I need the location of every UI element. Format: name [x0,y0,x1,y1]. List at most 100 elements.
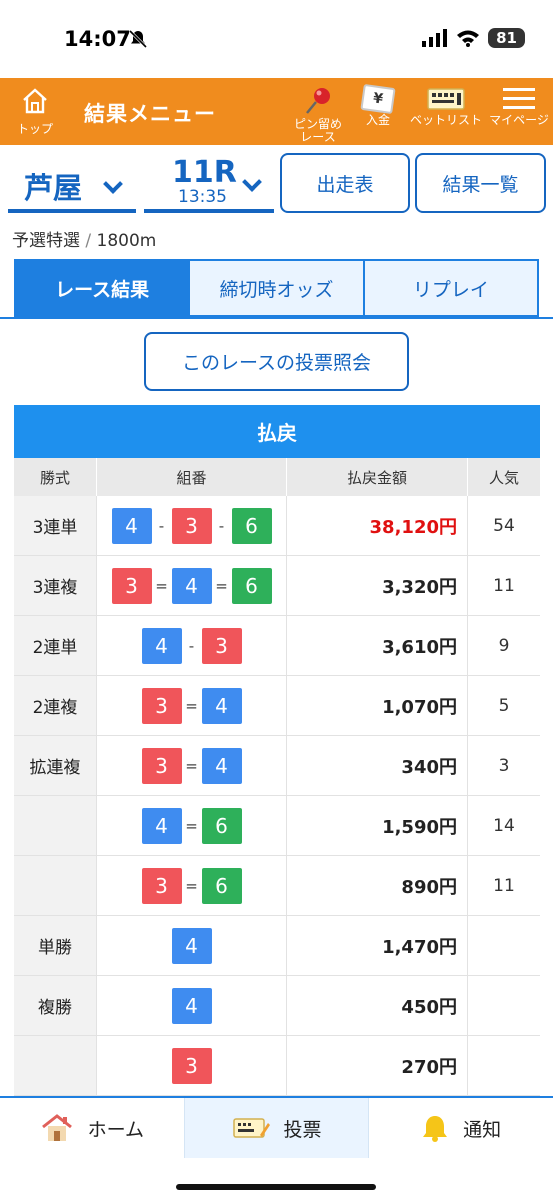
header-popularity: 人気 [467,458,540,496]
bell-icon [423,1116,448,1142]
tab-race-result[interactable]: レース結果 [14,259,191,317]
boat-number: 3 [171,507,212,544]
deposit-label: 入金 [365,113,390,127]
boat-number: 3 [141,867,182,904]
header-amount: 払戻金額 [286,458,467,496]
combination-separator: = [185,696,198,715]
payout-row: 3 = 6 890円 11 [14,856,540,916]
nav-vote[interactable]: 投票 [183,1098,369,1158]
combination: 4-3-6 [111,507,272,544]
pin-label-1: ピン留め [293,117,342,131]
boat-number: 3 [141,687,182,724]
boat-number: 6 [231,507,272,544]
header-combo: 組番 [96,458,286,496]
chevron-down-icon [242,172,262,192]
payout-row: 拡連複 3 = 4 340円 3 [14,736,540,796]
payout-row: 2連単 4-3 3,610円 9 [14,616,540,676]
battery-indicator: 81 [488,28,525,48]
combination-separator: - [188,636,195,655]
popularity [467,1036,540,1095]
bet-type: 複勝 [14,976,96,1035]
combination-cell: 3 = 4 [96,736,286,795]
result-tabs: レース結果 締切時オッズ リプレイ [14,259,539,317]
betlist-button[interactable]: ベットリスト [410,86,482,127]
boat-number: 6 [201,867,242,904]
bet-type: 3連複 [14,556,96,615]
race-selector-row: 芦屋 11R 13:35 出走表 結果一覧 [0,145,553,223]
tab-closing-odds[interactable]: 締切時オッズ [190,259,365,317]
payout-amount: 270円 [286,1036,467,1095]
home-indicator-area [0,1158,553,1200]
combination-separator: = [185,876,198,895]
popularity: 54 [467,496,540,555]
combination: 3 = 4 [141,687,242,724]
combination-cell: 4 [96,976,286,1035]
bet-type [14,796,96,855]
app-header: トップ 結果メニュー ピン留め レース ¥ 入金 ベットリスト マイページ [0,78,553,145]
tab-replay[interactable]: リプレイ [364,259,539,317]
popularity: 11 [467,556,540,615]
combination-cell: 4 = 6 [96,796,286,855]
ticket-list-icon [427,88,465,110]
popularity: 3 [467,736,540,795]
top-label: トップ [16,122,53,136]
pin-icon [306,88,330,114]
hamburger-menu-icon [503,88,535,109]
boat-number: 3 [171,1047,212,1084]
combination-cell: 3 = 4 [96,676,286,735]
mypage-button[interactable]: マイページ [488,86,550,127]
nav-home[interactable]: ホーム [0,1098,184,1158]
entry-list-button[interactable]: 出走表 [280,153,410,213]
payout-header-row: 勝式 組番 払戻金額 人気 [14,458,540,496]
wifi-icon [457,30,480,47]
popularity [467,976,540,1035]
status-bar: 14:07 81 [0,0,553,78]
payout-rows: 3連単 4-3-6 38,120円 54 3連複 3 = 4 = 6 3,320円 11 2連単 4-3 3… [14,496,540,1096]
nav-notification[interactable]: 通知 [368,1098,553,1158]
bell-muted-icon [128,29,148,49]
combination: 4 [171,927,212,964]
bet-type: 拡連複 [14,736,96,795]
payout-row: 単勝 4 1,470円 [14,916,540,976]
payout-amount: 1,590円 [286,796,467,855]
venue-name: 芦屋 [24,171,83,205]
betlist-label: ベットリスト [410,113,483,127]
combination-cell: 4-3 [96,616,286,675]
payout-row: 4 = 6 1,590円 14 [14,796,540,856]
bet-type [14,856,96,915]
payout-row: 2連複 3 = 4 1,070円 5 [14,676,540,736]
payout-row: 3 270円 [14,1036,540,1096]
payout-amount: 38,120円 [286,496,467,555]
payout-row: 複勝 4 450円 [14,976,540,1036]
top-button[interactable]: トップ [12,86,58,137]
status-time: 14:07 [64,27,131,51]
results-list-button[interactable]: 結果一覧 [415,153,546,213]
popularity: 11 [467,856,540,915]
boat-number: 4 [171,987,212,1024]
payout-amount: 450円 [286,976,467,1035]
combination-cell: 3 = 6 [96,856,286,915]
pin-race-button[interactable]: ピン留め レース [288,86,348,144]
combination: 3 = 4 = 6 [111,567,272,604]
home-indicator [176,1184,376,1190]
boat-number: 3 [111,567,152,604]
combination-separator: = [185,756,198,775]
bet-type: 単勝 [14,916,96,975]
boat-number: 4 [201,747,242,784]
combination-separator: = [215,576,228,595]
status-indicators: 81 [422,28,525,48]
popularity: 14 [467,796,540,855]
venue-dropdown[interactable]: 芦屋 [8,153,136,213]
boat-number: 3 [201,627,242,664]
combination-separator: = [185,816,198,835]
boat-number: 4 [171,927,212,964]
nav-notification-label: 通知 [463,1118,502,1141]
combination-cell: 3 = 4 = 6 [96,556,286,615]
combination: 3 = 4 [141,747,242,784]
boat-number: 4 [111,507,152,544]
deposit-icon: ¥ [360,83,396,115]
signal-icon [422,29,448,47]
race-dropdown[interactable]: 11R 13:35 [144,153,274,213]
deposit-button[interactable]: ¥ 入金 [358,83,398,127]
vote-inquiry-button[interactable]: このレースの投票照会 [144,332,409,391]
